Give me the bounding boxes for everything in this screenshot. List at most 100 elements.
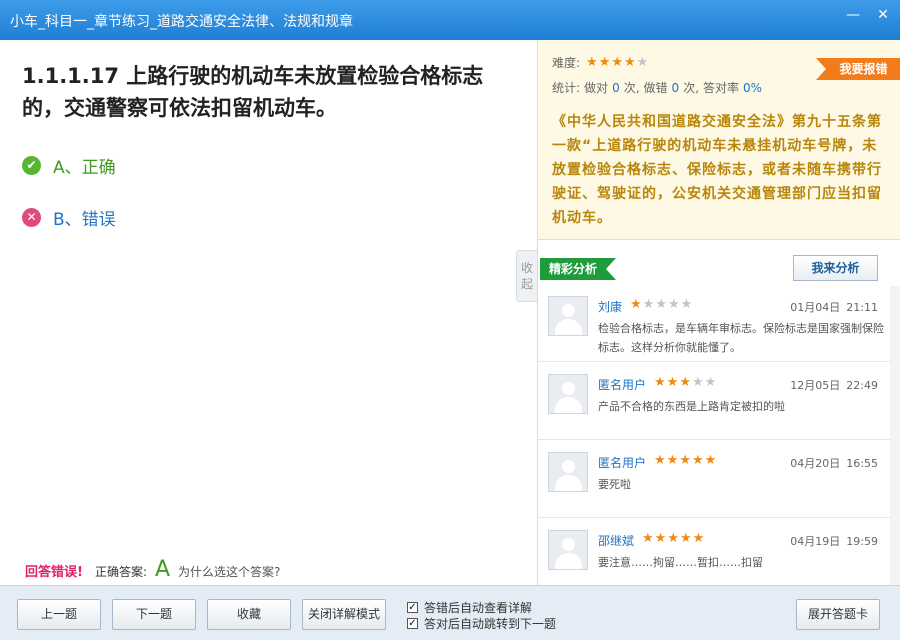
option-b[interactable]: ✕ B、错误 bbox=[22, 205, 116, 230]
star-filled-icon: ★ bbox=[666, 375, 679, 390]
comment-rating: ★★★★★ bbox=[630, 297, 693, 312]
avatar[interactable] bbox=[548, 296, 588, 336]
checkbox-checked-icon[interactable]: ✓ bbox=[407, 618, 418, 629]
rate-value: 0% bbox=[743, 80, 763, 95]
star-filled-icon: ★ bbox=[586, 55, 598, 70]
analysis-header: 精彩分析 我来分析 bbox=[538, 255, 900, 282]
times-label: 次, bbox=[623, 81, 640, 95]
answer-result: 回答错误! 正确答案: A 为什么选这个答案? bbox=[25, 557, 280, 582]
wrong-answer-label: 回答错误! bbox=[25, 565, 83, 580]
comment-rating: ★★★★★ bbox=[654, 453, 717, 468]
comment-date: 01月04日 bbox=[790, 301, 841, 314]
my-analysis-button[interactable]: 我来分析 bbox=[793, 255, 878, 281]
comment-item: 刘康 ★★★★★ 01月04日 21:11 检验合格标志，是车辆年审标志。保险标志是国家… bbox=[538, 286, 900, 362]
star-empty-icon: ★ bbox=[636, 55, 649, 70]
star-filled-icon: ★ bbox=[679, 453, 691, 468]
star-filled-icon: ★ bbox=[654, 531, 667, 546]
avatar[interactable] bbox=[548, 530, 588, 570]
star-filled-icon: ★ bbox=[630, 297, 642, 312]
difficulty-stars: ★★★★★ bbox=[586, 55, 649, 70]
comment-user[interactable]: 匿名用户 bbox=[598, 454, 646, 471]
done-label: 做对 bbox=[584, 81, 609, 95]
comment-clock: 22:49 bbox=[846, 379, 878, 392]
star-filled-icon: ★ bbox=[598, 55, 611, 70]
option-b-label: B、错误 bbox=[53, 209, 116, 230]
comment-date: 12月05日 bbox=[790, 379, 841, 392]
auto-next-checkbox[interactable]: ✓ 答对后自动跳转到下一题 bbox=[407, 615, 556, 632]
comment-clock: 21:11 bbox=[846, 301, 878, 314]
check-icon: ✔ bbox=[22, 155, 41, 175]
comment-time: 01月04日 21:11 bbox=[790, 299, 878, 315]
why-answer-link[interactable]: 为什么选这个答案? bbox=[178, 563, 280, 580]
comment-item: 邵继斌 ★★★★★ 04月19日 19:59 要注意……拘留……暂扣……扣留 bbox=[538, 520, 900, 585]
comment-text: 检验合格标志，是车辆年审标志。保险标志是国家强制保险标志。这样分析你就能懂了。 bbox=[598, 322, 884, 354]
window-title: 小车_科目一_章节练习_道路交通安全法律、法规和规章 bbox=[10, 14, 353, 30]
explanation-panel: 难度: ★★★★★ 统计: 做对 0 次, 做错 0 次, 答对率 0% 我要报… bbox=[537, 40, 900, 585]
avatar[interactable] bbox=[548, 374, 588, 414]
comment-time: 04月20日 16:55 bbox=[790, 455, 878, 471]
star-filled-icon: ★ bbox=[691, 453, 704, 468]
star-empty-icon: ★ bbox=[655, 297, 667, 312]
report-error-button[interactable]: 我要报错 bbox=[816, 58, 900, 80]
correct-answer-label: 正确答案: bbox=[94, 565, 147, 579]
comment-text: 产品不合格的东西是上路肯定被扣的啦 bbox=[598, 400, 785, 413]
star-empty-icon: ★ bbox=[691, 375, 704, 390]
prev-question-button[interactable]: 上一题 bbox=[17, 599, 101, 630]
star-filled-icon: ★ bbox=[654, 453, 666, 468]
stats-row: 统计: 做对 0 次, 做错 0 次, 答对率 0% bbox=[552, 79, 766, 96]
avatar[interactable] bbox=[548, 452, 588, 492]
option-a[interactable]: ✔ A、正确 bbox=[22, 153, 116, 178]
comment-user[interactable]: 匿名用户 bbox=[598, 376, 646, 393]
comment-list[interactable]: 刘康 ★★★★★ 01月04日 21:11 检验合格标志，是车辆年审标志。保险标志是国家… bbox=[538, 286, 900, 585]
star-filled-icon: ★ bbox=[704, 453, 717, 468]
title-bar: 小车_科目一_章节练习_道路交通安全法律、法规和规章 — ✕ bbox=[0, 0, 900, 40]
close-icon[interactable]: ✕ bbox=[872, 6, 894, 24]
option-a-label: A、正确 bbox=[53, 157, 116, 178]
star-filled-icon: ★ bbox=[692, 531, 705, 546]
star-filled-icon: ★ bbox=[679, 375, 691, 390]
favorite-button[interactable]: 收藏 bbox=[207, 599, 291, 630]
star-empty-icon: ★ bbox=[642, 297, 655, 312]
comment-item: 匿名用户 ★★★★★ 04月20日 16:55 要死啦 bbox=[538, 442, 900, 518]
wrong-label: 做错 bbox=[643, 81, 668, 95]
correct-answer-value: A bbox=[154, 557, 171, 582]
comment-clock: 19:59 bbox=[846, 535, 878, 548]
star-filled-icon: ★ bbox=[667, 531, 679, 546]
times-label: 次, bbox=[683, 81, 700, 95]
star-filled-icon: ★ bbox=[666, 453, 679, 468]
explanation-text: 《中华人民共和国道路交通安全法》第九十五条第一款“上道路行驶的机动车未悬挂机动车… bbox=[552, 114, 882, 226]
open-answer-card-button[interactable]: 展开答题卡 bbox=[796, 599, 880, 630]
wrong-count: 0 bbox=[671, 80, 680, 95]
rate-label: 答对率 bbox=[703, 81, 740, 95]
explanation-box: 难度: ★★★★★ 统计: 做对 0 次, 做错 0 次, 答对率 0% 我要报… bbox=[538, 40, 900, 240]
comment-scrollbar[interactable] bbox=[890, 286, 900, 585]
comment-text: 要死啦 bbox=[598, 478, 631, 491]
star-empty-icon: ★ bbox=[667, 297, 680, 312]
star-filled-icon: ★ bbox=[654, 375, 666, 390]
comment-user[interactable]: 刘康 bbox=[598, 298, 622, 315]
comment-date: 04月20日 bbox=[790, 457, 841, 470]
comment-time: 04月19日 19:59 bbox=[790, 533, 878, 549]
comment-item: 匿名用户 ★★★★★ 12月05日 22:49 产品不合格的东西是上路肯定被扣的啦 bbox=[538, 364, 900, 440]
cross-icon: ✕ bbox=[22, 207, 41, 227]
close-detail-mode-button[interactable]: 关闭详解模式 bbox=[302, 599, 386, 630]
comment-date: 04月19日 bbox=[790, 535, 841, 548]
done-count: 0 bbox=[612, 80, 620, 95]
star-empty-icon: ★ bbox=[704, 375, 717, 390]
difficulty-row: 难度: ★★★★★ bbox=[552, 54, 649, 71]
bottom-toolbar: 上一题 下一题 收藏 关闭详解模式 ✓ 答错后自动查看详解 ✓ 答对后自动跳转到… bbox=[0, 585, 900, 640]
collapse-panel-button[interactable]: 收起 bbox=[516, 250, 537, 302]
next-question-button[interactable]: 下一题 bbox=[112, 599, 196, 630]
comment-text: 要注意……拘留……暂扣……扣留 bbox=[598, 556, 763, 569]
comment-rating: ★★★★★ bbox=[642, 531, 705, 546]
comment-user[interactable]: 邵继斌 bbox=[598, 532, 634, 549]
minimize-icon[interactable]: — bbox=[842, 6, 864, 24]
auto-next-label: 答对后自动跳转到下一题 bbox=[424, 617, 557, 631]
auto-detail-label: 答错后自动查看详解 bbox=[424, 601, 533, 615]
comment-rating: ★★★★★ bbox=[654, 375, 717, 390]
star-filled-icon: ★ bbox=[679, 531, 692, 546]
auto-detail-checkbox[interactable]: ✓ 答错后自动查看详解 bbox=[407, 599, 532, 616]
star-filled-icon: ★ bbox=[611, 55, 624, 70]
checkbox-checked-icon[interactable]: ✓ bbox=[407, 602, 418, 613]
comment-clock: 16:55 bbox=[846, 457, 878, 470]
